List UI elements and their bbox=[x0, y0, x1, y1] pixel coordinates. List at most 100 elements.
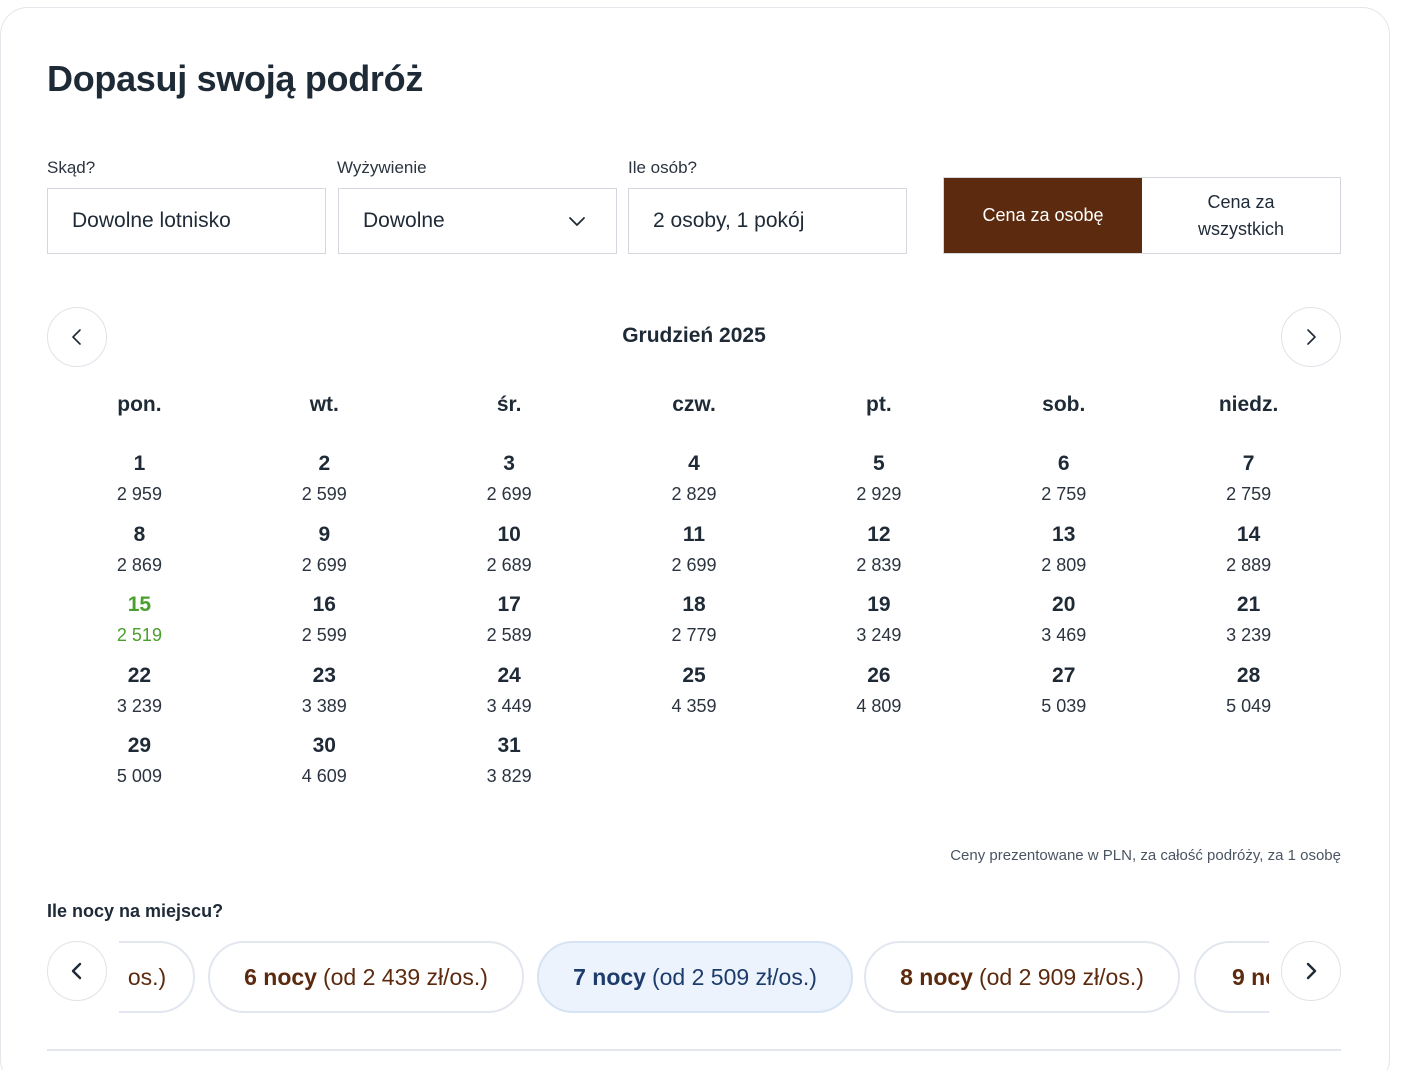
day-price: 2 599 bbox=[301, 625, 347, 646]
calendar-day[interactable]: 9 2 699 bbox=[232, 520, 417, 591]
day-number: 28 bbox=[1236, 663, 1261, 687]
calendar-day[interactable]: 25 4 359 bbox=[602, 661, 787, 732]
board-select[interactable]: Dowolne bbox=[338, 188, 617, 254]
day-price: 3 829 bbox=[486, 766, 532, 787]
price-for-all-option[interactable]: Cena za wszystkich bbox=[1142, 178, 1340, 253]
day-price: 2 959 bbox=[116, 484, 162, 504]
people-select[interactable]: 2 osoby, 1 pokój bbox=[628, 188, 907, 254]
day-number: 13 bbox=[1052, 522, 1076, 546]
weekday-header: pon. wt. śr. czw. pt. sob. niedz. bbox=[47, 393, 1341, 417]
day-price: 2 889 bbox=[1226, 554, 1272, 575]
price-note: Ceny prezentowane w PLN, za całość podró… bbox=[950, 847, 1341, 864]
next-month-button[interactable] bbox=[1281, 307, 1341, 367]
calendar-day[interactable]: 3 2 699 bbox=[417, 449, 602, 520]
calendar-day[interactable]: 14 2 889 bbox=[1156, 520, 1341, 591]
calendar-day[interactable]: 28 5 049 bbox=[1156, 661, 1341, 732]
calendar-day[interactable]: 16 2 599 bbox=[232, 590, 417, 661]
day-number: 23 bbox=[312, 663, 336, 687]
calendar-day[interactable]: 15 2 519 bbox=[47, 590, 232, 661]
day-price: 2 699 bbox=[671, 554, 717, 575]
calendar-day[interactable]: 6 2 759 bbox=[971, 449, 1156, 520]
weekday-label: pon. bbox=[117, 393, 162, 416]
people-label: Ile osób? bbox=[628, 158, 697, 177]
calendar-day[interactable]: 5 2 929 bbox=[786, 449, 971, 520]
calendar-day[interactable]: 30 4 609 bbox=[232, 731, 417, 802]
calendar-day[interactable]: 29 5 009 bbox=[47, 731, 232, 802]
day-number: 27 bbox=[1052, 663, 1076, 687]
day-price: 2 779 bbox=[671, 625, 717, 646]
calendar-day[interactable]: 24 3 449 bbox=[417, 661, 602, 732]
chevron-left-icon bbox=[71, 962, 82, 980]
day-price: 3 239 bbox=[116, 695, 162, 716]
from-airport-select[interactable]: Dowolne lotnisko bbox=[47, 188, 326, 254]
day-number: 4 bbox=[688, 452, 700, 475]
weekday-label: pt. bbox=[866, 393, 892, 416]
calendar-day[interactable]: 20 3 469 bbox=[971, 590, 1156, 661]
day-number: 22 bbox=[127, 663, 152, 687]
calendar-day[interactable]: 31 3 829 bbox=[417, 731, 602, 802]
day-number: 18 bbox=[682, 593, 706, 617]
calendar-day[interactable]: 12 2 839 bbox=[786, 520, 971, 591]
chevron-right-icon bbox=[1307, 329, 1316, 345]
page-title: Dopasuj swoją podróż bbox=[47, 58, 424, 99]
calendar-day[interactable]: 26 4 809 bbox=[786, 661, 971, 732]
calendar-day[interactable]: 11 2 699 bbox=[602, 520, 787, 591]
day-price: 5 049 bbox=[1226, 695, 1272, 716]
calendar-day[interactable]: 1 2 959 bbox=[47, 449, 232, 520]
day-price: 4 609 bbox=[301, 766, 347, 787]
calendar-day[interactable]: 4 2 829 bbox=[602, 449, 787, 520]
day-number: 16 bbox=[312, 593, 336, 617]
day-price: 2 759 bbox=[1226, 484, 1272, 504]
nights-count: 7 nocy bbox=[573, 963, 646, 990]
calendar-day[interactable]: 7 2 759 bbox=[1156, 449, 1341, 520]
calendar-day[interactable]: 22 3 239 bbox=[47, 661, 232, 732]
day-number: 7 bbox=[1242, 452, 1255, 475]
nights-option-8[interactable]: 8 nocy (od 2 909 zł/os.) bbox=[864, 941, 1180, 1013]
calendar-day[interactable]: 10 2 689 bbox=[417, 520, 602, 591]
calendar-day[interactable]: 17 2 589 bbox=[417, 590, 602, 661]
day-price: 3 449 bbox=[486, 695, 532, 716]
calendar-day[interactable]: 2 2 599 bbox=[232, 449, 417, 520]
nights-price: (od 2 509 zł/os.) bbox=[651, 963, 817, 990]
day-price: 2 829 bbox=[671, 484, 717, 504]
board-label: Wyżywienie bbox=[337, 158, 427, 177]
nights-prev-button[interactable] bbox=[47, 941, 107, 1001]
weekday-label: śr. bbox=[496, 393, 522, 416]
nights-option-5[interactable]: os.) bbox=[119, 941, 195, 1013]
nights-next-button[interactable] bbox=[1281, 941, 1341, 1001]
chevron-right-icon bbox=[1306, 962, 1317, 980]
nights-option-9[interactable]: 9 nocy bbox=[1194, 941, 1269, 1013]
day-price: 5 009 bbox=[116, 766, 162, 787]
day-number: 30 bbox=[312, 734, 336, 758]
day-price: 3 249 bbox=[856, 625, 902, 646]
calendar-day[interactable]: 23 3 389 bbox=[232, 661, 417, 732]
calendar-day[interactable]: 21 3 239 bbox=[1156, 590, 1341, 661]
day-price: 2 519 bbox=[116, 625, 162, 646]
price-per-person-option[interactable]: Cena za osobę bbox=[944, 178, 1142, 253]
day-price: 3 469 bbox=[1041, 625, 1087, 646]
calendar-day[interactable]: 27 5 039 bbox=[971, 661, 1156, 732]
calendar-day[interactable]: 8 2 869 bbox=[47, 520, 232, 591]
nights-count: 8 nocy bbox=[900, 963, 973, 990]
calendar-day[interactable]: 19 3 249 bbox=[786, 590, 971, 661]
weekday-label: czw. bbox=[672, 393, 716, 416]
nights-price: (od 2 439 zł/os.) bbox=[322, 963, 488, 990]
nights-option-6[interactable]: 6 nocy (od 2 439 zł/os.) bbox=[208, 941, 524, 1013]
from-label: Skąd? bbox=[47, 158, 96, 177]
day-number: 21 bbox=[1236, 593, 1261, 617]
day-price: 4 359 bbox=[671, 695, 717, 716]
day-number: 31 bbox=[497, 734, 521, 758]
day-number: 6 bbox=[1057, 452, 1070, 475]
board-value: Dowolne bbox=[363, 209, 445, 232]
from-airport-value: Dowolne lotnisko bbox=[72, 209, 231, 232]
calendar-day[interactable]: 18 2 779 bbox=[602, 590, 787, 661]
nights-label: Ile nocy na miejscu? bbox=[47, 901, 224, 921]
nights-price: (od 2 909 zł/os.) bbox=[978, 963, 1144, 990]
nights-option-7[interactable]: 7 nocy (od 2 509 zł/os.) bbox=[537, 941, 853, 1013]
day-price: 2 929 bbox=[856, 484, 902, 504]
calendar-day[interactable]: 13 2 809 bbox=[971, 520, 1156, 591]
day-number: 5 bbox=[873, 452, 885, 475]
day-price: 4 809 bbox=[856, 695, 902, 716]
day-price: 2 699 bbox=[486, 484, 532, 504]
day-number: 15 bbox=[127, 593, 152, 617]
